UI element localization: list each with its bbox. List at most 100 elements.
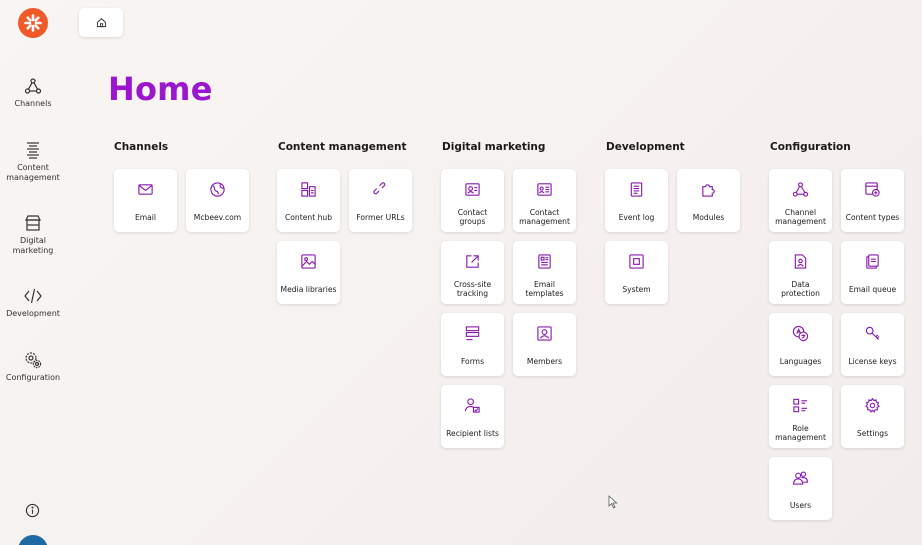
section-title: Content management xyxy=(278,141,407,153)
tile-users[interactable]: Users xyxy=(769,457,832,520)
tile-label: Role management xyxy=(775,424,826,442)
content-hub-icon xyxy=(301,182,316,197)
system-icon xyxy=(629,254,644,269)
tile-cross-site-tracking[interactable]: Cross-site tracking xyxy=(441,241,504,304)
tile-data-protection[interactable]: Data protection xyxy=(769,241,832,304)
form-icon xyxy=(465,326,480,341)
section-content-management: Content management Content hub Former UR… xyxy=(273,141,412,304)
tile-label: Members xyxy=(526,357,563,366)
tile-label: Content types xyxy=(845,213,900,222)
gears-icon xyxy=(25,352,42,369)
home-icon xyxy=(96,18,106,28)
tile-label: Media libraries xyxy=(280,285,337,294)
tile-license-keys[interactable]: License keys xyxy=(841,313,904,376)
tile-content-hub[interactable]: Content hub xyxy=(277,169,340,232)
sidebar-item-digital-marketing[interactable]: Digital marketing xyxy=(0,214,66,255)
tile-website[interactable]: Mcbeev.com xyxy=(186,169,249,232)
sidebar-item-channels[interactable]: Channels xyxy=(0,77,66,109)
tile-label: Former URLs xyxy=(356,213,405,222)
section-channels: Channels Email Mcbeev.com xyxy=(109,141,249,232)
puzzle-icon xyxy=(702,184,715,197)
logo-icon xyxy=(24,14,42,32)
tile-content-types[interactable]: Content types xyxy=(841,169,904,232)
gear-icon xyxy=(865,397,880,413)
sidebar-item-label: Channels xyxy=(14,99,52,108)
sidebar-item-content-management[interactable]: Content management xyxy=(0,141,66,182)
section-title: Channels xyxy=(114,141,169,153)
store-icon xyxy=(25,215,41,231)
tile-system[interactable]: System xyxy=(605,241,668,304)
sidebar-item-label: Digital marketing xyxy=(12,236,54,255)
content-management-icon xyxy=(27,142,39,159)
section-development: Development Event log Modules System xyxy=(601,141,740,304)
code-icon xyxy=(24,288,42,304)
avatar[interactable] xyxy=(18,535,48,545)
tile-label: Email templates xyxy=(525,280,564,298)
section-title: Development xyxy=(606,141,685,153)
tile-label: Modules xyxy=(692,213,725,222)
languages-icon xyxy=(792,325,809,342)
tile-label: Event log xyxy=(618,213,655,222)
recipient-icon xyxy=(464,398,480,413)
section-title: Configuration xyxy=(770,141,851,153)
tile-modules[interactable]: Modules xyxy=(677,169,740,232)
tile-email-templates[interactable]: Email templates xyxy=(513,241,576,304)
tile-label: Email xyxy=(134,213,157,222)
globe-icon xyxy=(210,182,225,197)
content-types-icon xyxy=(865,182,880,197)
tile-label: Mcbeev.com xyxy=(193,213,242,222)
tile-contact-groups[interactable]: Contact groups xyxy=(441,169,504,232)
link-icon xyxy=(373,182,386,195)
tile-label: Settings xyxy=(856,429,889,438)
tile-role-management[interactable]: Role management xyxy=(769,385,832,448)
tile-languages[interactable]: Languages xyxy=(769,313,832,376)
users-icon xyxy=(792,471,809,485)
tile-forms[interactable]: Forms xyxy=(441,313,504,376)
role-icon xyxy=(793,398,808,413)
data-protection-icon xyxy=(794,254,807,269)
tile-label: Languages xyxy=(779,357,822,366)
tile-label: Content hub xyxy=(284,213,333,222)
tile-settings[interactable]: Settings xyxy=(841,385,904,448)
tile-label: License keys xyxy=(848,357,897,366)
sidebar-item-label: Content management xyxy=(6,163,60,182)
mail-icon xyxy=(138,184,153,195)
channels-icon xyxy=(24,78,42,94)
tile-media-libraries[interactable]: Media libraries xyxy=(277,241,340,304)
tile-label: System xyxy=(622,285,651,294)
tile-label: Contact management xyxy=(519,208,570,226)
tile-label: Email queue xyxy=(848,285,897,294)
sidebar-item-label: Development xyxy=(6,309,60,318)
section-digital-marketing: Digital marketing Contact groups Contact… xyxy=(437,141,576,448)
sidebar-item-development[interactable]: Development xyxy=(0,287,66,319)
mouse-cursor-icon xyxy=(608,495,618,509)
channels-icon xyxy=(792,182,809,197)
tile-channel-management[interactable]: Channel management xyxy=(769,169,832,232)
info-icon[interactable] xyxy=(25,503,40,518)
section-configuration: Configuration Channel management Content… xyxy=(765,141,904,520)
tile-email[interactable]: Email xyxy=(114,169,177,232)
template-icon xyxy=(538,254,551,269)
key-icon xyxy=(865,326,880,341)
tile-former-urls[interactable]: Former URLs xyxy=(349,169,412,232)
tile-members[interactable]: Members xyxy=(513,313,576,376)
sidebar-item-configuration[interactable]: Configuration xyxy=(0,351,66,383)
tile-event-log[interactable]: Event log xyxy=(605,169,668,232)
contact-list-icon xyxy=(537,183,552,196)
kentico-logo[interactable] xyxy=(18,8,48,38)
tile-email-queue[interactable]: Email queue xyxy=(841,241,904,304)
sidebar-item-label: Configuration xyxy=(5,373,61,382)
tile-label: Channel management xyxy=(775,208,826,226)
tile-recipient-lists[interactable]: Recipient lists xyxy=(441,385,504,448)
section-title: Digital marketing xyxy=(442,141,546,153)
image-icon xyxy=(301,254,316,269)
tile-label: Users xyxy=(789,501,812,510)
contact-card-icon xyxy=(465,183,480,196)
tile-label: Contact groups xyxy=(457,208,488,226)
email-queue-icon xyxy=(866,254,879,269)
tile-label: Data protection xyxy=(781,280,820,298)
member-icon xyxy=(537,326,552,341)
tile-contact-management[interactable]: Contact management xyxy=(513,169,576,232)
home-button[interactable] xyxy=(79,8,123,37)
page-title: Home xyxy=(108,70,213,108)
